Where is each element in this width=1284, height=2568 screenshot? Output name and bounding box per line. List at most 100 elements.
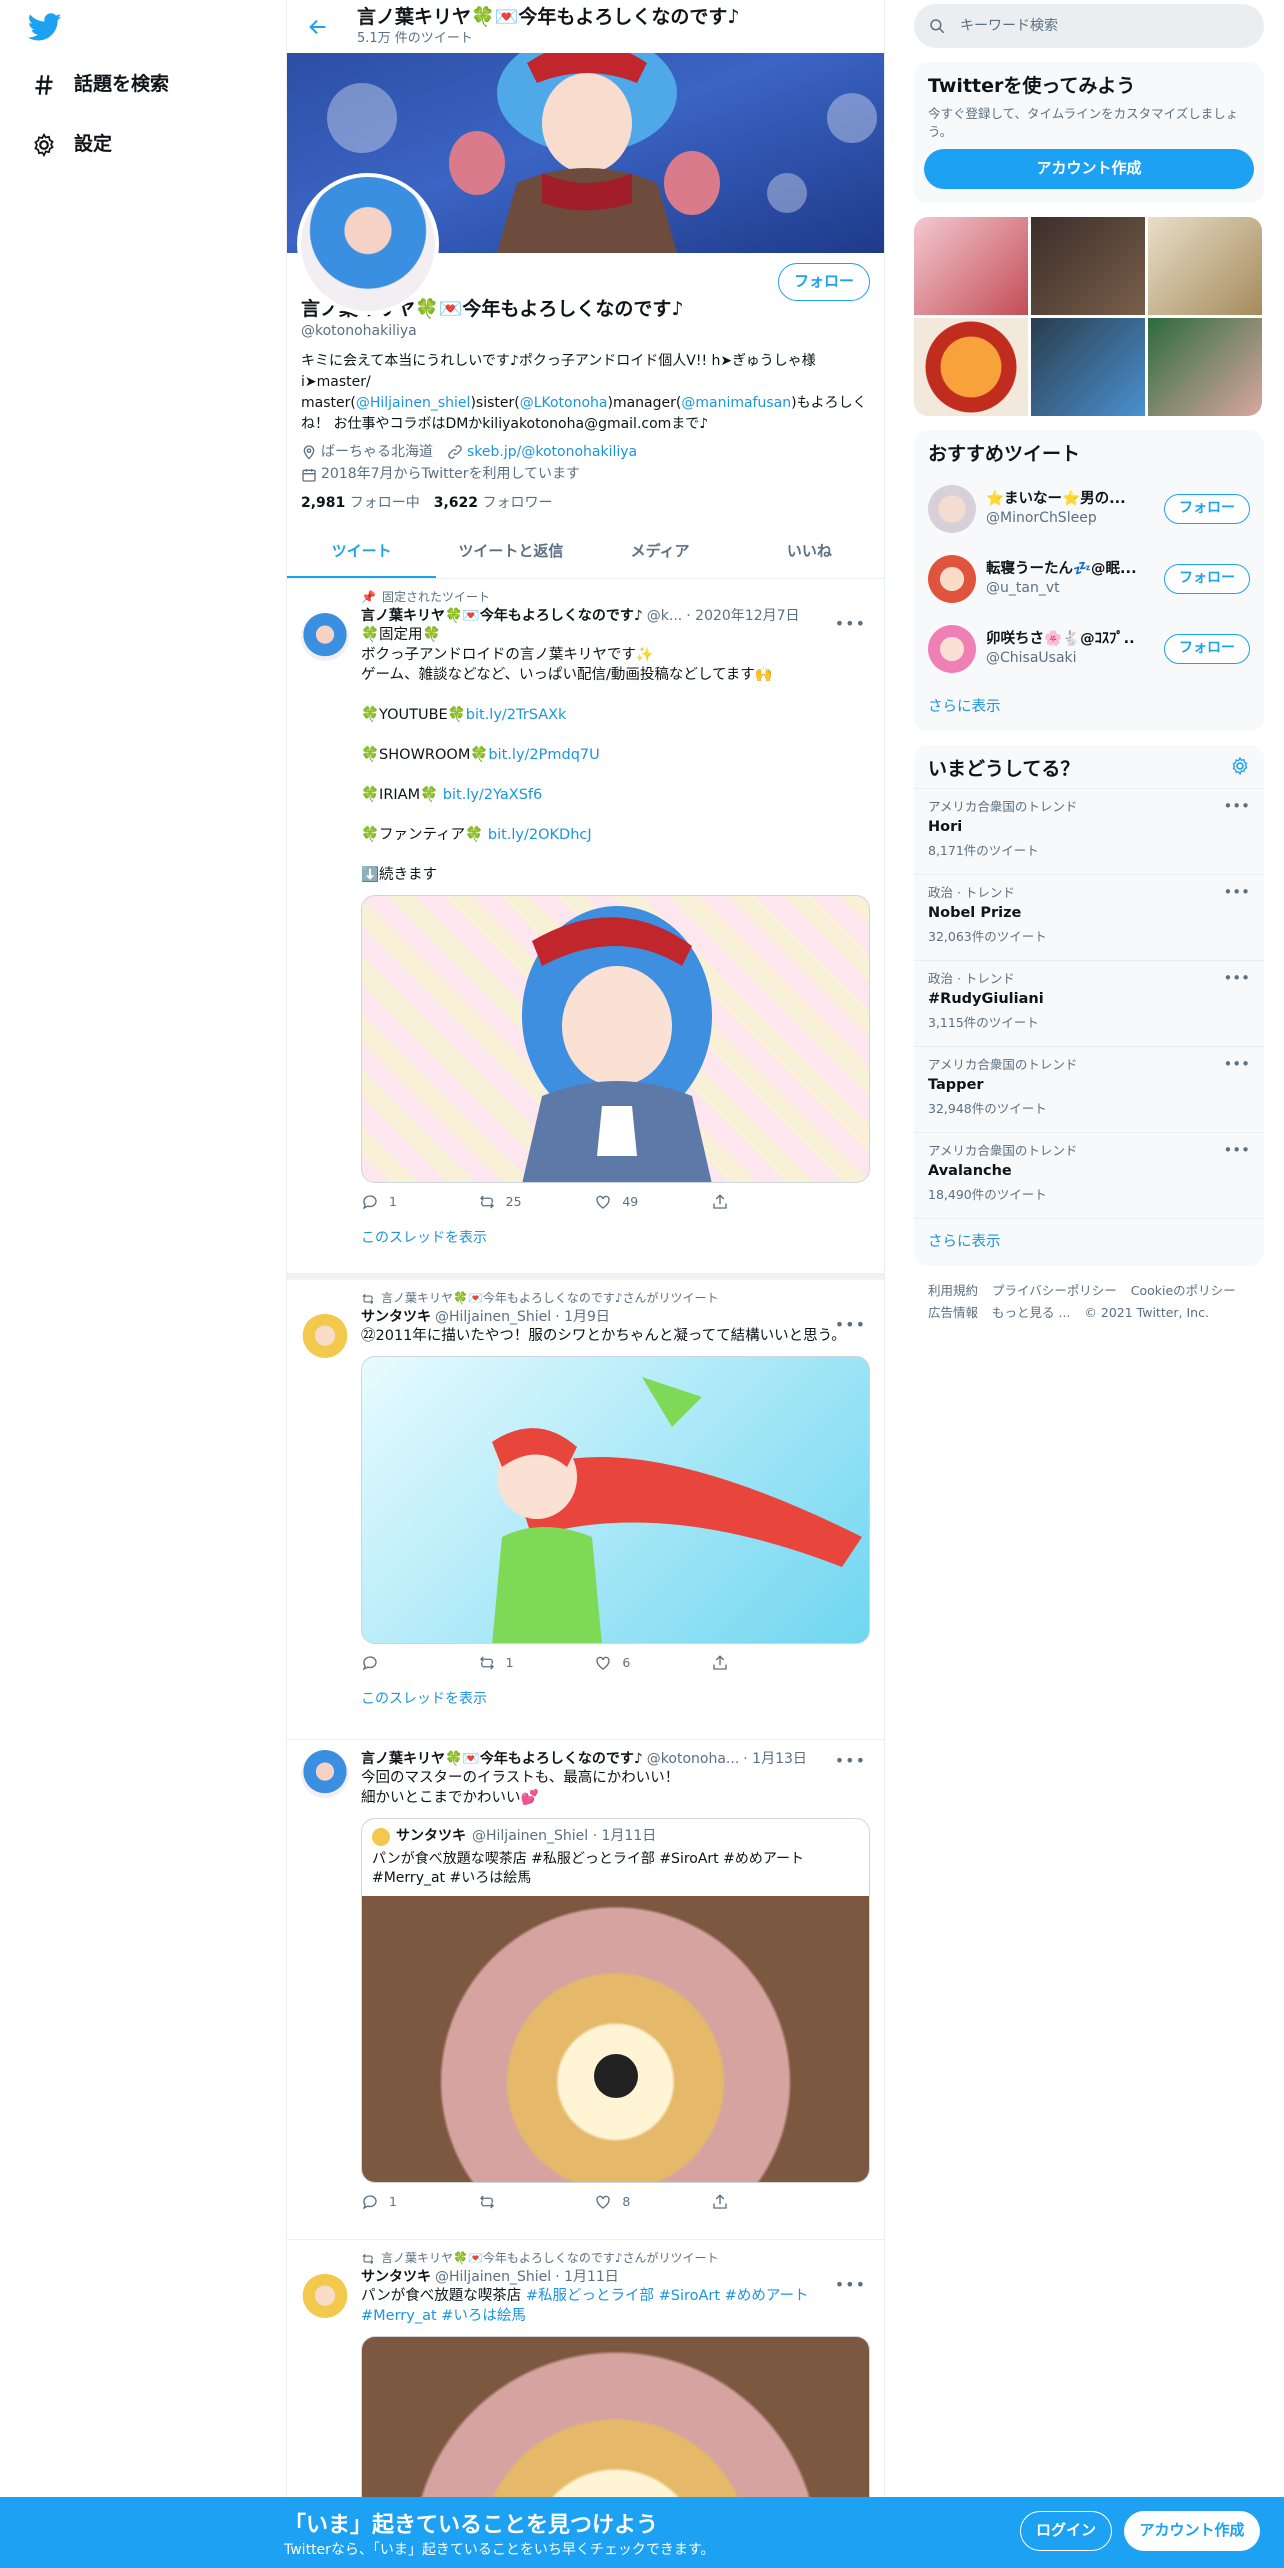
media-thumbnail[interactable] (914, 318, 1028, 417)
tweet-image[interactable] (361, 895, 870, 1184)
tweet-link-showroom[interactable]: bit.ly/2Pmdq7U (488, 747, 599, 763)
follow-button[interactable]: フォロー (1164, 563, 1250, 594)
twitter-logo-icon[interactable] (27, 10, 64, 46)
media-thumbnail[interactable] (1148, 318, 1262, 417)
more-options-icon[interactable]: ••• (835, 1314, 866, 1335)
tab-media[interactable]: メディア (586, 527, 735, 578)
tweet-avatar[interactable] (301, 1313, 349, 1362)
followers-count-link[interactable]: 3,622 フォロワー (434, 494, 553, 513)
recommend-item[interactable]: 卯咲ちさ🌸🐇@ｺｽﾌﾟ... @ChisaUsaki フォロー (914, 614, 1264, 684)
show-thread-link[interactable]: このスレッドを表示 (361, 1229, 870, 1250)
following-count-link[interactable]: 2,981 フォロー中 (301, 494, 420, 513)
tweet-link-youtube[interactable]: bit.ly/2TrSAXk (466, 707, 567, 723)
like-button[interactable]: 49 (594, 1193, 674, 1211)
tweet-hashtags[interactable]: #私服どっとライ部 #SiroArt #めめアート (526, 2288, 809, 2304)
follow-button[interactable]: フォロー (777, 263, 870, 301)
trend-item[interactable]: 政治 · トレンド #RudyGiuliani 3,115件のツイート ••• (914, 960, 1264, 1046)
bio-link-lkotonoha[interactable]: @LKotonoha (520, 395, 608, 411)
more-options-icon[interactable]: ••• (835, 2274, 866, 2295)
footer-privacy-link[interactable]: プライバシーポリシー (992, 1283, 1117, 1298)
footer-cookie-link[interactable]: Cookieのポリシー (1131, 1283, 1236, 1298)
profile-avatar[interactable] (297, 173, 439, 315)
reply-button[interactable]: 1 (361, 2193, 441, 2211)
tweet-date[interactable]: · 1月11日 (555, 2268, 619, 2287)
retweeted-by-label[interactable]: 言ノ葉キリヤ🍀💌今年もよろしくなのです♪さんがリツイート (381, 2251, 719, 2267)
more-options-icon[interactable]: ••• (1223, 1055, 1250, 1075)
tweet-link-iriam[interactable]: bit.ly/2YaXSf6 (443, 787, 542, 803)
tweet-date[interactable]: · 1月13日 (743, 1750, 807, 1769)
quoted-image[interactable] (362, 1895, 869, 2182)
tweet-author-name[interactable]: 言ノ葉キリヤ🍀💌今年もよろしくなのです♪ (361, 607, 643, 626)
tweet-link-fantia[interactable]: bit.ly/2OKDhcJ (488, 827, 592, 843)
recommend-item[interactable]: 転寝うーたん💤@眠... @u_tan_vt フォロー (914, 544, 1264, 614)
tab-likes[interactable]: いいね (735, 527, 884, 578)
gear-icon[interactable] (1230, 756, 1250, 776)
retweet-button[interactable] (478, 2193, 558, 2211)
nav-explore[interactable]: 話題を検索 (28, 61, 169, 109)
tweet-date[interactable]: · 2020年12月7日 (686, 607, 799, 626)
tweet-author-handle[interactable]: @Hiljainen_Shiel (435, 2268, 551, 2287)
tweet-avatar[interactable] (301, 2273, 349, 2322)
trend-item[interactable]: 政治 · トレンド Nobel Prize 32,063件のツイート ••• (914, 874, 1264, 960)
tweet-image[interactable] (361, 1356, 870, 1645)
recommend-item[interactable]: ⭐まいなー⭐男の... @MinorChSleep フォロー (914, 474, 1264, 544)
retweet-button[interactable]: 1 (478, 1654, 558, 1672)
media-thumbnail[interactable] (1031, 318, 1145, 417)
show-thread-link[interactable]: このスレッドを表示 (361, 1690, 870, 1711)
like-button[interactable]: 8 (594, 2193, 674, 2211)
tweet-author-name[interactable]: 言ノ葉キリヤ🍀💌今年もよろしくなのです♪ (361, 1750, 643, 1769)
tweet-author-handle[interactable]: @kotonoha... (647, 1750, 739, 1769)
profile-website[interactable]: skeb.jp/@kotonohakiliya (447, 443, 637, 462)
login-button[interactable]: ログイン (1020, 2511, 1112, 2551)
retweet-button[interactable]: 25 (478, 1193, 558, 1211)
media-thumbnail[interactable] (1148, 217, 1262, 316)
tweet-avatar[interactable] (301, 612, 349, 661)
more-options-icon[interactable]: ••• (1223, 1141, 1250, 1161)
reply-button[interactable]: 1 (361, 1193, 441, 1211)
tab-tweets[interactable]: ツイート (287, 527, 437, 578)
retweeted-by-label[interactable]: 言ノ葉キリヤ🍀💌今年もよろしくなのです♪さんがリツイート (381, 1291, 719, 1307)
share-button[interactable] (711, 2193, 791, 2211)
tweet-hashtags[interactable]: #Merry_at #いろは絵馬 (361, 2308, 526, 2324)
tweet-retweet[interactable]: 言ノ葉キリヤ🍀💌今年もよろしくなのです♪さんがリツイート ••• サンタツキ @… (287, 1273, 884, 1740)
tweet-date[interactable]: · 1月9日 (555, 1308, 610, 1327)
trend-item[interactable]: アメリカ合衆国のトレンド Avalanche 18,490件のツイート ••• (914, 1132, 1264, 1218)
nav-settings[interactable]: 設定 (28, 121, 112, 169)
footer-terms-link[interactable]: 利用規約 (928, 1283, 978, 1298)
create-account-button[interactable]: アカウント作成 (924, 149, 1254, 190)
reply-button[interactable] (361, 1654, 441, 1672)
tweet-author-name[interactable]: サンタツキ (361, 2268, 431, 2287)
media-thumbnail[interactable] (914, 217, 1028, 316)
quoted-tweet[interactable]: サンタツキ @Hiljainen_Shiel · 1月11日 パンが食べ放題な喫… (361, 1818, 870, 2183)
trends-show-more[interactable]: さらに表示 (914, 1218, 1264, 1266)
trend-item[interactable]: アメリカ合衆国のトレンド Hori 8,171件のツイート ••• (914, 788, 1264, 874)
like-button[interactable]: 6 (594, 1654, 674, 1672)
more-options-icon[interactable]: ••• (1223, 797, 1250, 817)
search-input[interactable]: キーワード検索 (960, 17, 1058, 36)
more-options-icon[interactable]: ••• (835, 1750, 866, 1771)
share-button[interactable] (711, 1193, 791, 1211)
follow-button[interactable]: フォロー (1164, 493, 1250, 524)
back-arrow-icon[interactable] (301, 10, 335, 44)
follow-button[interactable]: フォロー (1164, 633, 1250, 664)
tab-tweets-and-replies[interactable]: ツイートと返信 (436, 527, 585, 578)
tweet-pinned[interactable]: 📌 固定されたツイート ••• 言ノ葉キリヤ🍀💌今年もよろしくなのです♪ @k.… (287, 579, 884, 1274)
website-link[interactable]: skeb.jp/@kotonohakiliya (467, 443, 637, 462)
signup-button[interactable]: アカウント作成 (1124, 2511, 1260, 2551)
more-options-icon[interactable]: ••• (1223, 883, 1250, 903)
footer-more-link[interactable]: もっと見る ... (992, 1305, 1070, 1320)
more-options-icon[interactable]: ••• (835, 613, 866, 634)
media-thumbnail[interactable] (1031, 217, 1145, 316)
recommend-show-more[interactable]: さらに表示 (914, 684, 1264, 731)
bio-link-manimafusan[interactable]: @manimafusan (681, 395, 791, 411)
bio-link-hiljainen[interactable]: @Hiljainen_shiel (356, 395, 471, 411)
tweet-author-handle[interactable]: @k... (647, 607, 682, 626)
tweet-quote[interactable]: ••• 言ノ葉キリヤ🍀💌今年もよろしくなのです♪ @kotonoha... · … (287, 1740, 884, 2240)
footer-ads-link[interactable]: 広告情報 (928, 1305, 978, 1320)
tweet-retweet[interactable]: 言ノ葉キリヤ🍀💌今年もよろしくなのです♪さんがリツイート ••• サンタツキ @… (287, 2240, 884, 2540)
tweet-author-handle[interactable]: @Hiljainen_Shiel (435, 1308, 551, 1327)
search-box[interactable]: キーワード検索 (914, 4, 1264, 48)
tweet-avatar[interactable] (301, 1749, 349, 1798)
trend-item[interactable]: アメリカ合衆国のトレンド Tapper 32,948件のツイート ••• (914, 1046, 1264, 1132)
share-button[interactable] (711, 1654, 791, 1672)
